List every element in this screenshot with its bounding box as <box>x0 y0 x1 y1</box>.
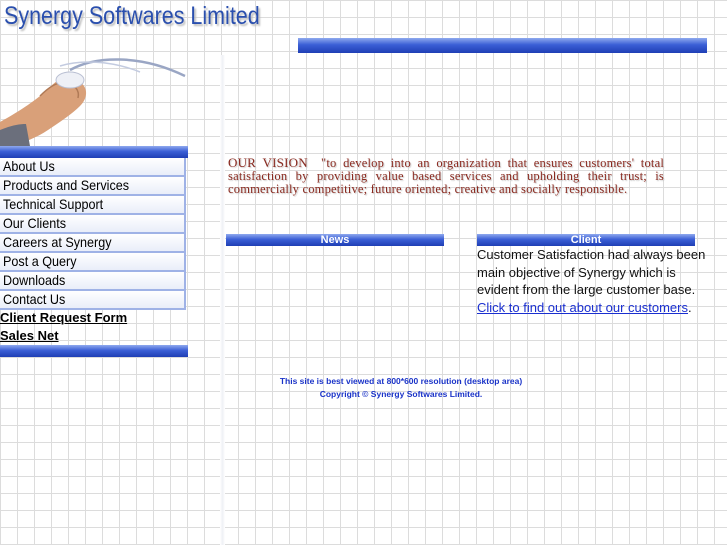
header-decorative-bar <box>298 38 707 53</box>
nav-careers-at-synergy[interactable]: Careers at Synergy <box>0 234 186 253</box>
sidebar-bottom-bar <box>0 345 188 357</box>
customers-link[interactable]: Click to find out about our customers <box>477 300 688 315</box>
vision-label: OUR VISION <box>228 155 308 170</box>
nav-downloads[interactable]: Downloads <box>0 272 186 291</box>
news-title: News <box>320 234 350 246</box>
nav-our-clients[interactable]: Our Clients <box>0 215 186 234</box>
client-request-form-link[interactable]: Client Request Form <box>0 310 127 325</box>
footer-copyright: Copyright © Synergy Softwares Limited. <box>319 389 483 399</box>
vision-statement: OUR VISION "to develop into an organizat… <box>228 156 664 196</box>
client-description: Customer Satisfaction had always been ma… <box>477 247 706 315</box>
nav-products-and-services[interactable]: Products and Services <box>0 177 186 196</box>
client-title: Client <box>570 234 602 246</box>
site-title: Synergy Softwares Limited <box>4 2 260 30</box>
sidebar-top-bar <box>0 146 188 158</box>
client-text: Customer Satisfaction had always been ma… <box>477 247 706 297</box>
nav-contact-us[interactable]: Contact Us <box>0 291 186 310</box>
news-header: News <box>226 234 444 246</box>
nav-technical-support[interactable]: Technical Support <box>0 196 186 215</box>
column-divider <box>220 55 225 545</box>
nav-about-us[interactable]: About Us <box>0 158 186 177</box>
client-header: Client <box>477 234 695 246</box>
nav-post-a-query[interactable]: Post a Query <box>0 253 186 272</box>
footer-resolution-note: This site is best viewed at 800*600 reso… <box>279 376 523 386</box>
hand-on-mouse-image <box>0 58 186 146</box>
sidebar-nav: About Us Products and Services Technical… <box>0 158 186 310</box>
sales-net-link[interactable]: Sales Net <box>0 328 59 343</box>
